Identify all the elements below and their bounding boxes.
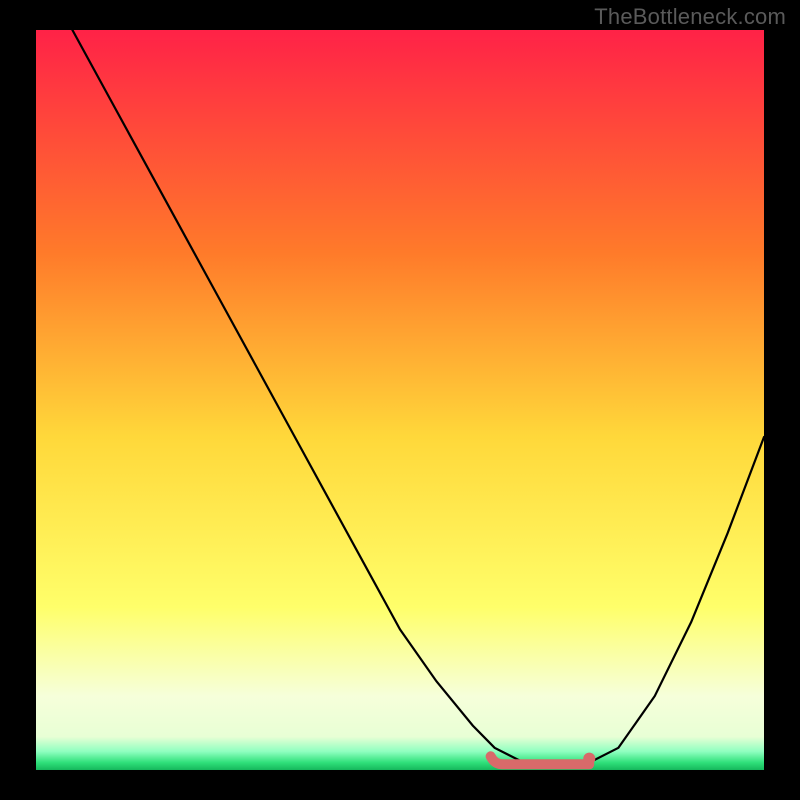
chart-svg	[36, 30, 764, 770]
chart-background	[36, 30, 764, 770]
chart-plot-area	[36, 30, 764, 770]
watermark-text: TheBottleneck.com	[594, 4, 786, 30]
marker-dot	[583, 753, 595, 765]
